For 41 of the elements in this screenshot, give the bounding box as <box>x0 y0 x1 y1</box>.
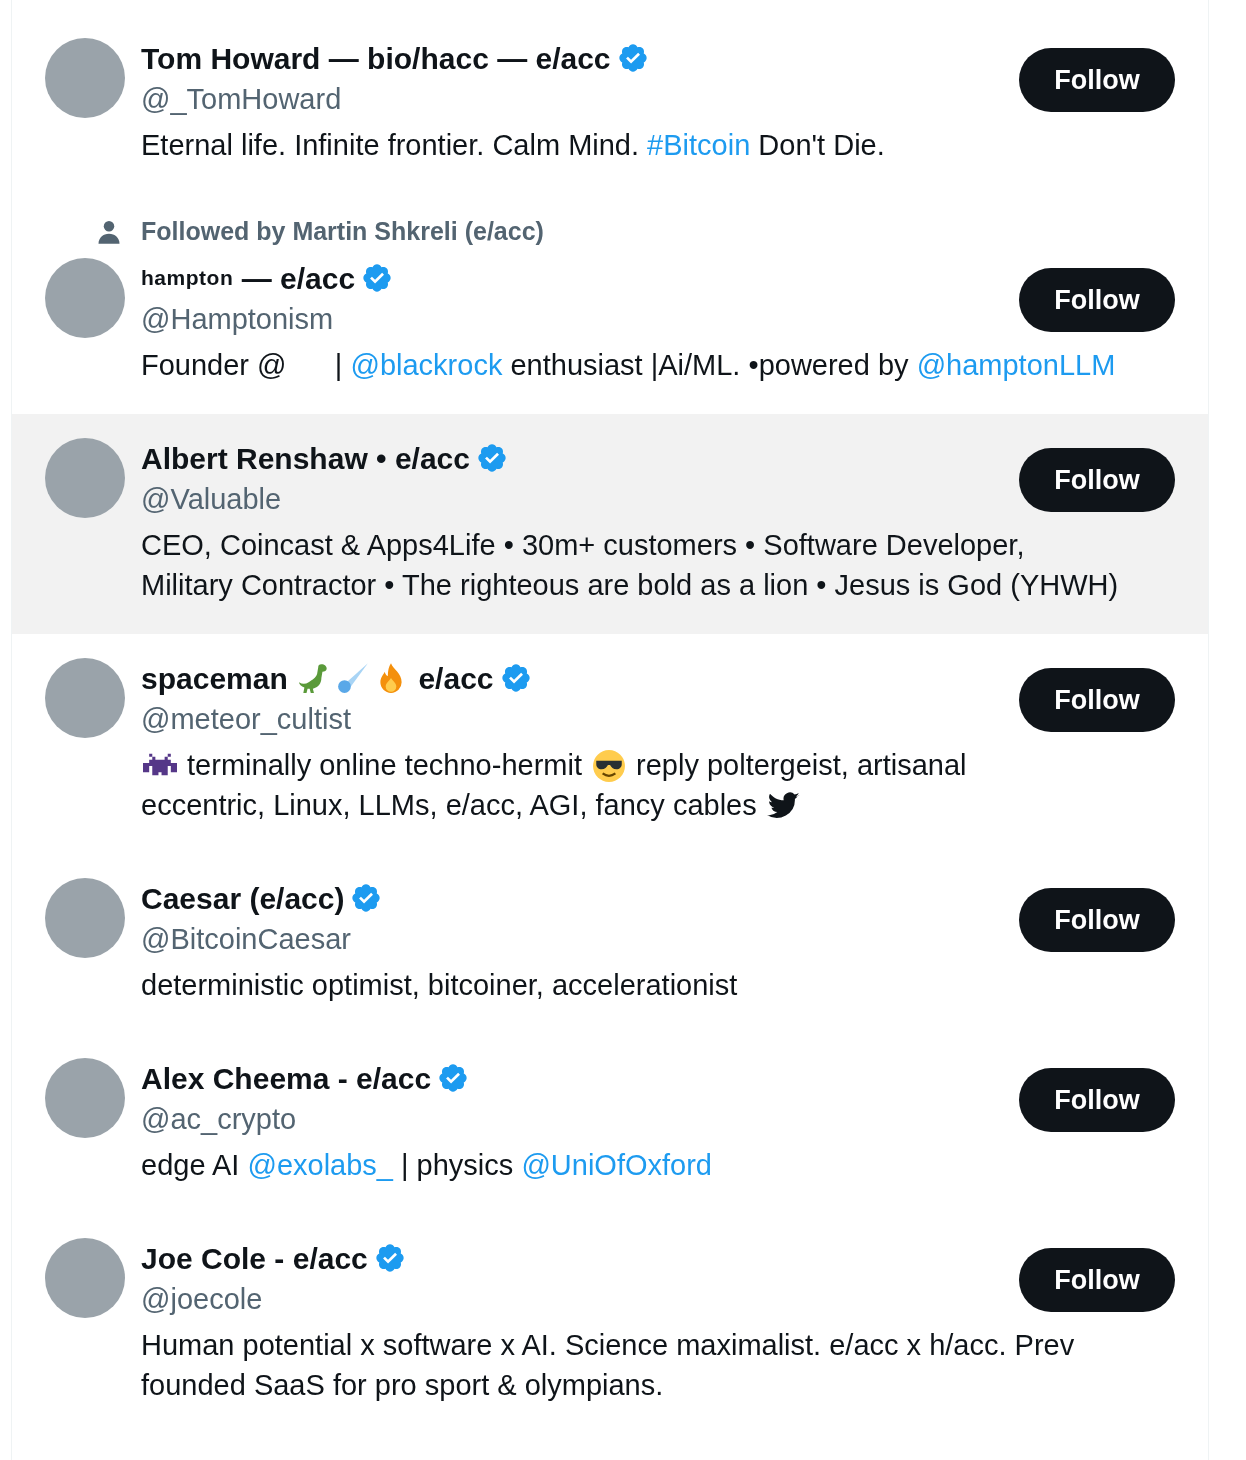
display-name: Tom Howard — bio/hacc — e/acc <box>141 40 611 77</box>
followed-by-text: Followed by Martin Shkreli (e/acc) <box>141 216 544 248</box>
follow-button[interactable]: Follow <box>1019 668 1175 732</box>
display-name: Alex Cheema - e/acc <box>141 1060 432 1097</box>
comet-icon <box>336 661 371 695</box>
display-name: Albert Renshaw • e/acc <box>141 440 470 477</box>
bio-text: deterministic optimist, bitcoiner, accelerationist <box>141 968 738 1004</box>
follow-button[interactable]: Follow <box>1019 268 1175 332</box>
bio-text: Human potential x software x AI. Science maximalist. e/acc x h/acc. Prev <box>141 1328 1075 1364</box>
follow-button[interactable]: Follow <box>1019 1068 1175 1132</box>
bio-text: enthusiast |Ai/ML. •powered by <box>509 348 910 384</box>
display-name: e/acc <box>417 660 494 697</box>
display-name: — e/acc <box>240 260 356 297</box>
user-row[interactable]: Albert Renshaw • e/acc @Valuable Follow CEO, Coincast & Apps4Life • 30m+ customers • Software Developer, Military Contractor • The righteous are bold as a lion • Jesus is God (YHWH) <box>12 414 1208 634</box>
user-handle: @Hamptonism <box>141 302 335 337</box>
follow-button[interactable]: Follow <box>1019 448 1175 512</box>
bio-text: edge AI <box>141 1148 241 1184</box>
bio-text: eccentric, Linux, LLMs, e/acc, AGI, fancy cables <box>141 788 758 824</box>
bio-text: | physics <box>400 1148 515 1184</box>
sunglasses-face-icon <box>592 749 626 783</box>
bio-text: CEO, Coincast & Apps4Life • 30m+ customers • Software Developer, <box>141 528 1025 564</box>
user-handle: @meteor_cultist <box>141 702 352 737</box>
user-handle: @Valuable <box>141 482 283 517</box>
user-handle: @ac_crypto <box>141 1102 298 1137</box>
follow-button[interactable]: Follow <box>1019 1248 1175 1312</box>
bio-text: Military Contractor • The righteous are bold as a lion • Jesus is God (YHWH) <box>141 568 1119 604</box>
follow-button[interactable]: Follow <box>1019 888 1175 952</box>
bio-text: reply poltergeist, artisanal <box>635 748 967 784</box>
display-name: Caesar (e/acc) <box>141 880 345 917</box>
display-name: spaceman <box>141 660 289 697</box>
bio-text: founded SaaS for pro sport & olympians. <box>141 1368 664 1404</box>
bio-text: Founder @ | <box>141 348 344 384</box>
display-name: hampton <box>141 265 234 292</box>
bio-text: Eternal life. Infinite frontier. Calm Mind. <box>141 128 641 164</box>
follow-button[interactable]: Follow <box>1019 48 1175 112</box>
user-handle: @_TomHoward <box>141 82 343 117</box>
user-handle: @BitcoinCaesar <box>141 922 352 957</box>
bio-text: Don't Die. <box>757 128 885 164</box>
bio-text: terminally online techno-hermit <box>186 748 583 784</box>
display-name: Joe Cole - e/acc <box>141 1240 368 1277</box>
user-handle: @joecole <box>141 1282 264 1317</box>
